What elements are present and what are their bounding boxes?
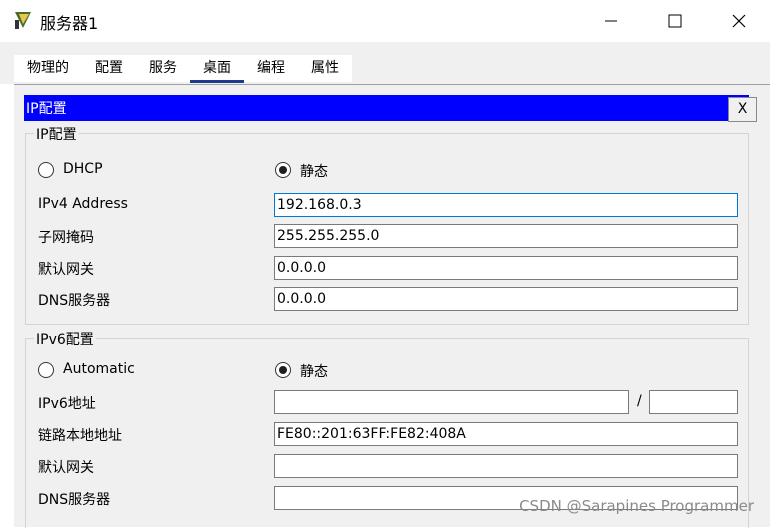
ipv6-auto-radio[interactable] — [38, 362, 54, 378]
ipv6-address-label: IPv6地址 — [38, 396, 96, 412]
ipv4-static-label: 静态 — [300, 164, 328, 180]
ipv6-gateway-label: 默认网关 — [38, 460, 94, 476]
link-local-input[interactable] — [274, 422, 738, 446]
window-title: 服务器1 — [40, 14, 99, 33]
ipv4-address-label: IPv4 Address — [38, 196, 128, 212]
ipv4-gateway-input[interactable] — [274, 256, 738, 280]
tab-physical[interactable]: 物理的 — [14, 55, 82, 82]
close-window-button[interactable] — [716, 0, 762, 42]
link-local-label: 链路本地地址 — [38, 428, 122, 444]
server-app-icon — [15, 12, 31, 29]
panel-close-button[interactable]: X — [728, 97, 757, 122]
minimize-button[interactable] — [588, 0, 634, 42]
prefix-separator: / — [637, 393, 642, 409]
panel-title: IP配置 — [26, 101, 67, 117]
tab-programming[interactable]: 编程 — [244, 55, 298, 82]
tab-services[interactable]: 服务 — [136, 55, 190, 82]
dhcp-label: DHCP — [63, 161, 103, 177]
ipv4-dns-input[interactable] — [274, 287, 738, 311]
ipv6-gateway-input[interactable] — [274, 454, 738, 478]
tab-desktop[interactable]: 桌面 — [190, 55, 244, 83]
ipv6-section-title: IPv6配置 — [34, 329, 96, 349]
ipv4-static-radio[interactable] — [275, 162, 291, 178]
ipv6-prefix-input[interactable] — [649, 390, 738, 414]
maximize-button[interactable] — [652, 0, 698, 42]
ipv6-static-label: 静态 — [300, 364, 328, 380]
ipv4-gateway-label: 默认网关 — [38, 262, 94, 278]
ipv6-address-input[interactable] — [274, 390, 629, 414]
subnet-mask-input[interactable] — [274, 224, 738, 248]
ipv4-address-input[interactable] — [274, 193, 738, 217]
dhcp-radio[interactable] — [38, 162, 54, 178]
maximize-icon — [668, 14, 682, 28]
ipv6-dns-label: DNS服务器 — [38, 492, 111, 508]
subnet-mask-label: 子网掩码 — [38, 230, 94, 246]
tab-attributes[interactable]: 属性 — [298, 55, 352, 82]
ipv4-config-section: IP配置 DHCP 静态 IPv4 Address 子网掩码 默认网关 DNS服… — [25, 124, 749, 325]
window-title-bar: 服务器1 — [0, 0, 770, 42]
tab-list: 物理的 配置 服务 桌面 编程 属性 — [14, 55, 352, 83]
ipv4-dns-label: DNS服务器 — [38, 293, 111, 309]
ipv6-auto-label: Automatic — [63, 361, 135, 377]
desktop-content: IP配置 X IP配置 DHCP 静态 IPv4 Address 子网掩码 默认… — [14, 84, 770, 528]
tab-strip: 物理的 配置 服务 桌面 编程 属性 — [0, 42, 770, 84]
watermark-text: CSDN @Sarapines Programmer — [519, 497, 754, 515]
minimize-icon — [605, 20, 617, 22]
ip-config-panel-header: IP配置 X — [24, 95, 757, 122]
ipv6-static-radio[interactable] — [275, 362, 291, 378]
close-icon — [732, 14, 746, 28]
tab-config[interactable]: 配置 — [82, 55, 136, 82]
ipv4-section-title: IP配置 — [34, 124, 79, 144]
